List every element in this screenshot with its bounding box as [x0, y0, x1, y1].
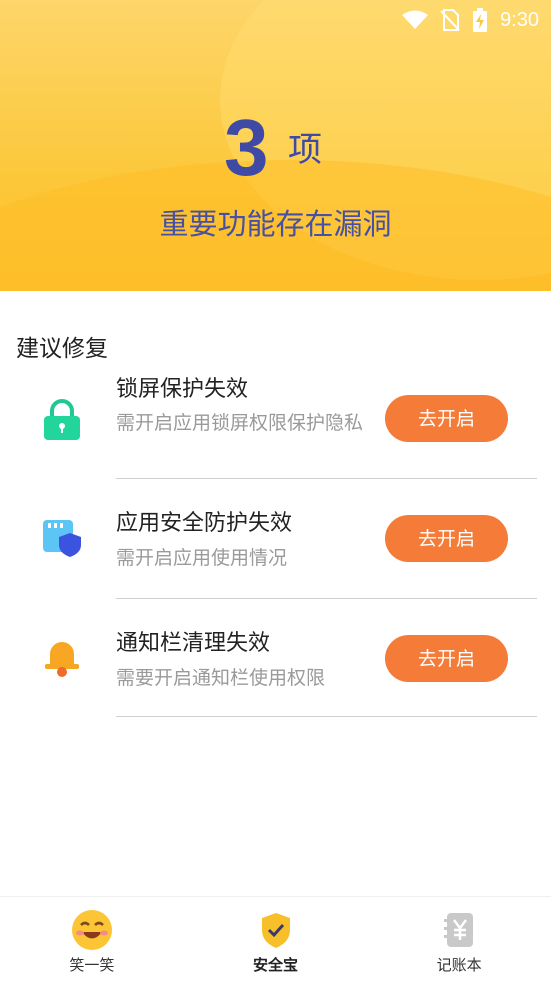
- item-title: 通知栏清理失效: [116, 631, 271, 656]
- smiley-icon: [71, 910, 112, 950]
- lock-icon: [44, 399, 80, 440]
- battery-charging-icon: [473, 8, 488, 32]
- divider: [116, 478, 537, 479]
- item-title: 锁屏保护失效: [116, 377, 249, 402]
- nav-label: 安全宝: [253, 956, 299, 974]
- ledger-icon: [444, 913, 474, 947]
- status-bar: 9:30: [402, 6, 539, 34]
- list-item: 通知栏清理失效 需要开启通知栏使用权限 去开启: [0, 600, 551, 720]
- issue-count: 3: [224, 103, 269, 192]
- shield-check-icon: [261, 913, 290, 948]
- list-item: 锁屏保护失效 需开启应用锁屏权限保护隐私 去开启: [0, 360, 551, 480]
- hero-subtitle: 重要功能存在漏洞: [159, 207, 392, 241]
- header-banner: 9:30 3 项 重要功能存在漏洞: [0, 0, 551, 291]
- no-sim-icon: [440, 9, 460, 31]
- item-description: 需开启应用锁屏权限保护隐私: [116, 412, 364, 434]
- enable-lock-button[interactable]: 去开启: [385, 395, 508, 442]
- nav-item-ledger[interactable]: 记账本: [367, 897, 551, 982]
- item-title: 应用安全防护失效: [116, 511, 293, 536]
- section-title: 建议修复: [16, 336, 108, 362]
- bottom-navigation: 笑一笑 安全宝 记账本: [0, 896, 551, 982]
- enable-app-protection-button[interactable]: 去开启: [385, 515, 508, 562]
- divider: [116, 598, 537, 599]
- app-shield-icon: [43, 520, 81, 557]
- item-description: 需要开启通知栏使用权限: [116, 667, 326, 689]
- bell-icon: [45, 642, 79, 677]
- issue-count-unit: 项: [288, 130, 322, 170]
- list-item: 应用安全防护失效 需开启应用使用情况 去开启: [0, 480, 551, 600]
- nav-item-security[interactable]: 安全宝: [184, 897, 368, 982]
- enable-notification-cleanup-button[interactable]: 去开启: [385, 635, 508, 682]
- wifi-icon: [402, 10, 429, 29]
- nav-item-laugh[interactable]: 笑一笑: [0, 897, 184, 982]
- status-time: 9:30: [500, 8, 539, 31]
- item-description: 需开启应用使用情况: [116, 547, 288, 569]
- nav-label: 记账本: [436, 956, 482, 974]
- divider: [116, 716, 537, 717]
- nav-label: 笑一笑: [69, 956, 115, 974]
